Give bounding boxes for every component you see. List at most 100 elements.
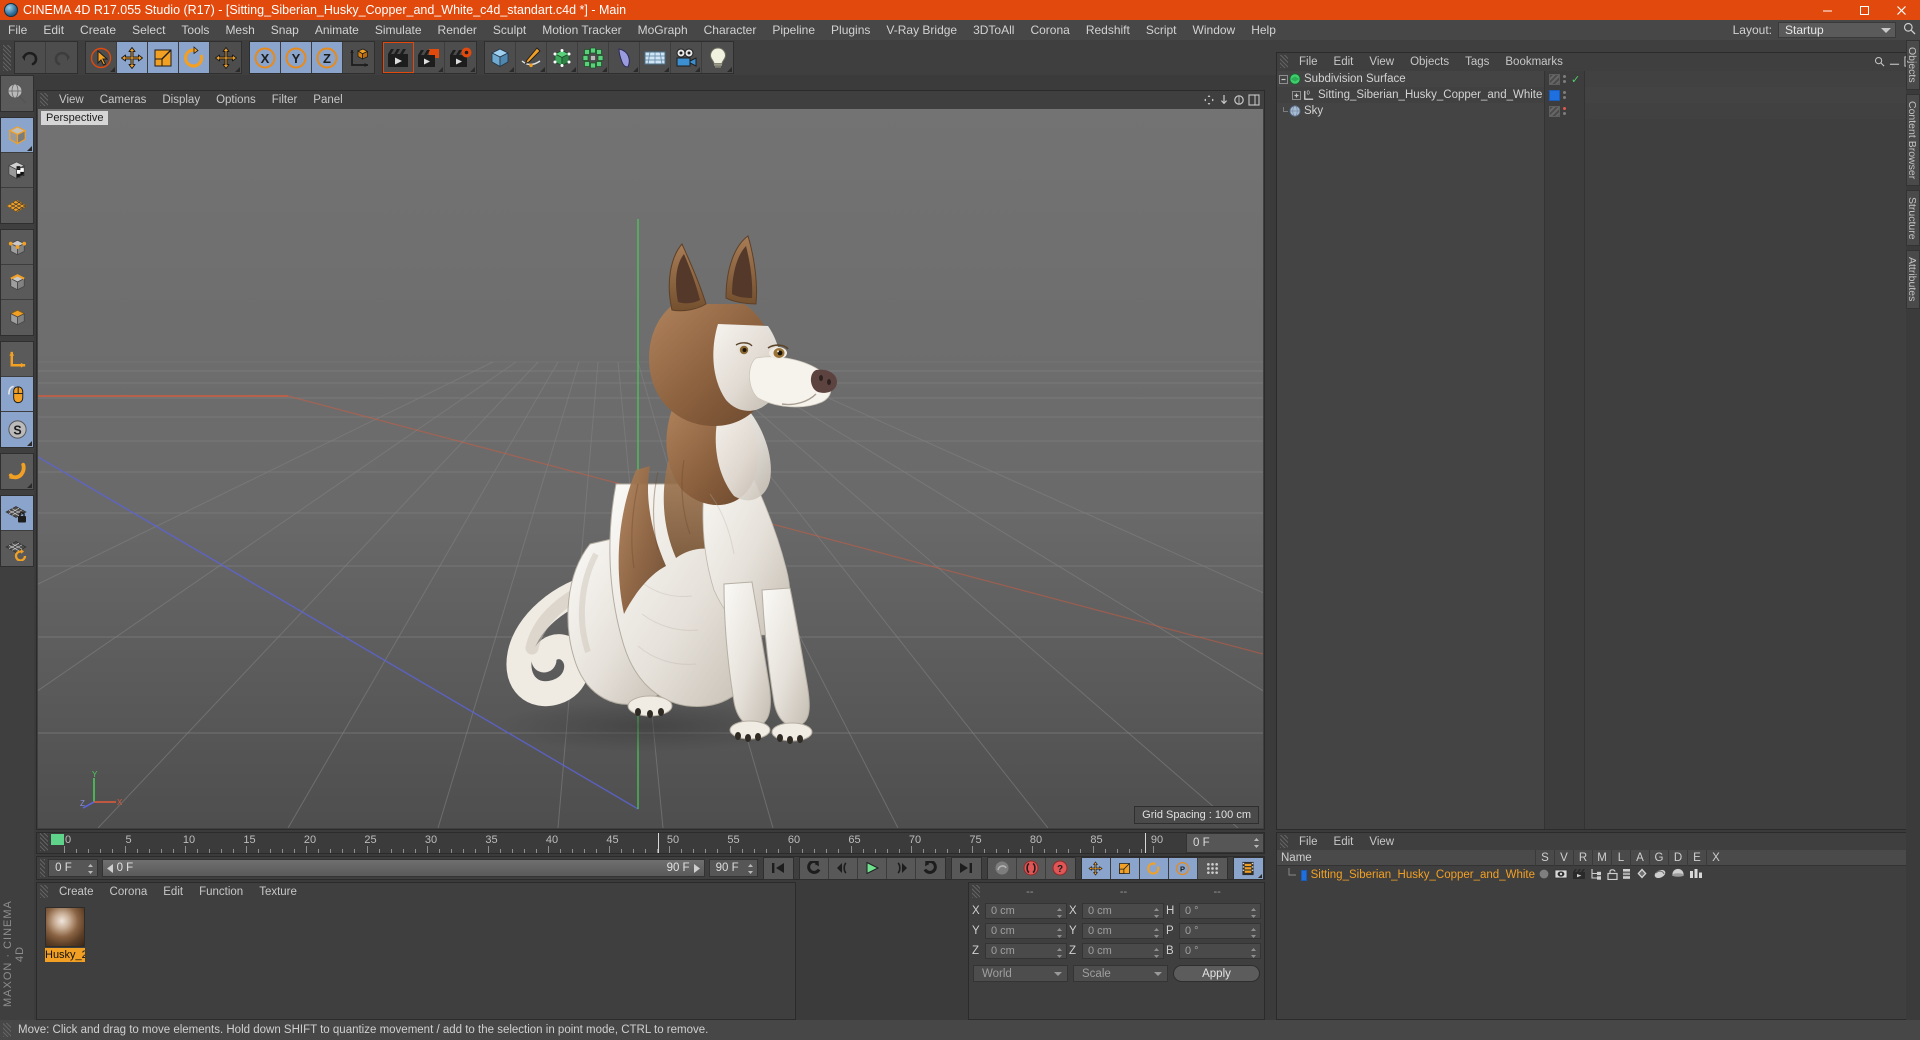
- add-camera-button[interactable]: [671, 42, 702, 73]
- viewport-menu-cameras[interactable]: Cameras: [92, 94, 155, 106]
- render-view-button[interactable]: [383, 42, 414, 73]
- viewport-canvas[interactable]: Perspective Y X Z Grid Spacing: 100 cm: [38, 109, 1263, 828]
- record-active-objects-button[interactable]: [987, 857, 1017, 879]
- spinner-icon[interactable]: [1250, 947, 1257, 959]
- col-header-e[interactable]: E: [1687, 849, 1706, 866]
- am-menu-file[interactable]: File: [1291, 836, 1326, 848]
- texture-mode-button[interactable]: [1, 153, 33, 188]
- spinner-icon[interactable]: [1250, 927, 1257, 939]
- menu-item-create[interactable]: Create: [72, 20, 124, 40]
- col-header-r[interactable]: R: [1573, 849, 1592, 866]
- object-row-sky[interactable]: Sky: [1277, 103, 1544, 119]
- rotation-key-button[interactable]: [1139, 857, 1169, 879]
- coord-input-size-x[interactable]: 0 cm: [1082, 902, 1164, 919]
- dock-tab-attributes[interactable]: Attributes: [1906, 250, 1920, 309]
- mat-menu-corona[interactable]: Corona: [102, 886, 156, 898]
- coord-input-rot-p[interactable]: 0 °: [1179, 922, 1261, 939]
- current-frame-marker[interactable]: [51, 834, 64, 845]
- toolbar-grip[interactable]: [3, 44, 11, 71]
- material-manager-grip[interactable]: [40, 885, 48, 898]
- play-button[interactable]: [857, 857, 887, 879]
- edge-mode-button[interactable]: [1, 265, 33, 300]
- col-header-v[interactable]: V: [1554, 849, 1573, 866]
- menu-item-edit[interactable]: Edit: [35, 20, 72, 40]
- object-color-swatch[interactable]: [1549, 89, 1560, 101]
- go-to-end-button[interactable]: [951, 857, 981, 879]
- position-key-button[interactable]: [1081, 857, 1111, 879]
- visibility-dots-icon[interactable]: [1563, 107, 1566, 115]
- point-mode-button[interactable]: [1, 230, 33, 265]
- timeline-playhead[interactable]: [658, 833, 659, 853]
- zoom-icon[interactable]: [1218, 94, 1230, 106]
- coordinate-system-dropdown[interactable]: World: [973, 965, 1068, 982]
- object-manager-grip[interactable]: [1280, 55, 1288, 68]
- next-keyframe-button[interactable]: [915, 857, 945, 879]
- object-flags-subdivision-surface[interactable]: ✓: [1545, 71, 1584, 87]
- visibility-eye-icon[interactable]: [1554, 868, 1568, 883]
- add-environment-button[interactable]: [640, 42, 671, 73]
- menu-item-redshift[interactable]: Redshift: [1078, 20, 1138, 40]
- menu-item-snap[interactable]: Snap: [263, 20, 307, 40]
- status-grip[interactable]: [3, 1023, 11, 1037]
- select-tool-button[interactable]: [86, 42, 117, 73]
- dock-tab-content-browser[interactable]: Content Browser: [1906, 93, 1920, 186]
- move-tool-button[interactable]: [117, 42, 148, 73]
- add-cube-button[interactable]: [485, 42, 516, 73]
- move-extra-button[interactable]: [210, 42, 241, 73]
- preview-end-input[interactable]: 90 F: [708, 859, 758, 877]
- previous-frame-button[interactable]: [828, 857, 858, 879]
- next-frame-button[interactable]: [886, 857, 916, 879]
- menu-item-plugins[interactable]: Plugins: [823, 20, 878, 40]
- object-tree[interactable]: Subdivision Surface 0 Sitting_Siberian_H…: [1277, 71, 1545, 829]
- mat-menu-edit[interactable]: Edit: [155, 886, 191, 898]
- render-settings-button[interactable]: [445, 42, 476, 73]
- viewport-menu-view[interactable]: View: [51, 94, 92, 106]
- dome-icon[interactable]: [1671, 867, 1685, 883]
- col-header-l[interactable]: L: [1611, 849, 1630, 866]
- attribute-manager-grip[interactable]: [1280, 835, 1288, 848]
- menu-item-tools[interactable]: Tools: [173, 20, 217, 40]
- mat-menu-function[interactable]: Function: [191, 886, 251, 898]
- apply-button[interactable]: Apply: [1173, 965, 1260, 982]
- autokeying-button[interactable]: [1016, 857, 1046, 879]
- spinner-icon[interactable]: [1153, 947, 1160, 959]
- lock-y-button[interactable]: Y: [281, 42, 312, 73]
- playbar-grip[interactable]: [40, 859, 46, 877]
- col-header-x[interactable]: X: [1706, 849, 1725, 866]
- add-deformer-button[interactable]: [609, 42, 640, 73]
- object-manager-empty-area[interactable]: [1585, 71, 1919, 829]
- om-menu-file[interactable]: File: [1291, 56, 1326, 68]
- col-header-s[interactable]: S: [1535, 849, 1554, 866]
- viewport-navigation-button[interactable]: [1, 377, 33, 412]
- render-preview-button[interactable]: [1, 76, 33, 111]
- rotate-tool-button[interactable]: [179, 42, 210, 73]
- close-icon[interactable]: [1883, 0, 1920, 20]
- object-color-swatch[interactable]: [1301, 869, 1307, 881]
- search-icon[interactable]: [1874, 56, 1885, 67]
- am-menu-view[interactable]: View: [1361, 836, 1402, 848]
- undo-button[interactable]: [15, 42, 46, 73]
- texture-tag-icon[interactable]: [1549, 105, 1560, 117]
- world-coord-button[interactable]: [343, 42, 374, 73]
- om-menu-bookmarks[interactable]: Bookmarks: [1497, 56, 1571, 68]
- rotate-view-icon[interactable]: [1233, 94, 1245, 106]
- layers-icon[interactable]: [1622, 868, 1631, 883]
- mat-menu-texture[interactable]: Texture: [251, 886, 305, 898]
- go-to-start-button[interactable]: [763, 857, 793, 879]
- minimize-panel-icon[interactable]: [1889, 56, 1900, 67]
- maximize-view-icon[interactable]: [1248, 93, 1260, 106]
- viewport-menu-display[interactable]: Display: [154, 94, 208, 106]
- texture-tag-icon[interactable]: [1549, 73, 1560, 85]
- menu-item-animate[interactable]: Animate: [307, 20, 367, 40]
- spinner-icon[interactable]: [1056, 907, 1063, 919]
- spinner-icon[interactable]: [747, 863, 754, 875]
- menu-item-mograph[interactable]: MoGraph: [630, 20, 696, 40]
- render-clapper-icon[interactable]: [1572, 868, 1586, 883]
- render-region-button[interactable]: [414, 42, 445, 73]
- points-mode-button[interactable]: [1, 188, 33, 223]
- viewport-menu-filter[interactable]: Filter: [264, 94, 306, 106]
- menu-item-sculpt[interactable]: Sculpt: [485, 20, 534, 40]
- generator-icon[interactable]: [1635, 867, 1649, 883]
- dock-tab-structure[interactable]: Structure: [1906, 189, 1920, 247]
- range-left-arrow-icon[interactable]: [106, 863, 114, 873]
